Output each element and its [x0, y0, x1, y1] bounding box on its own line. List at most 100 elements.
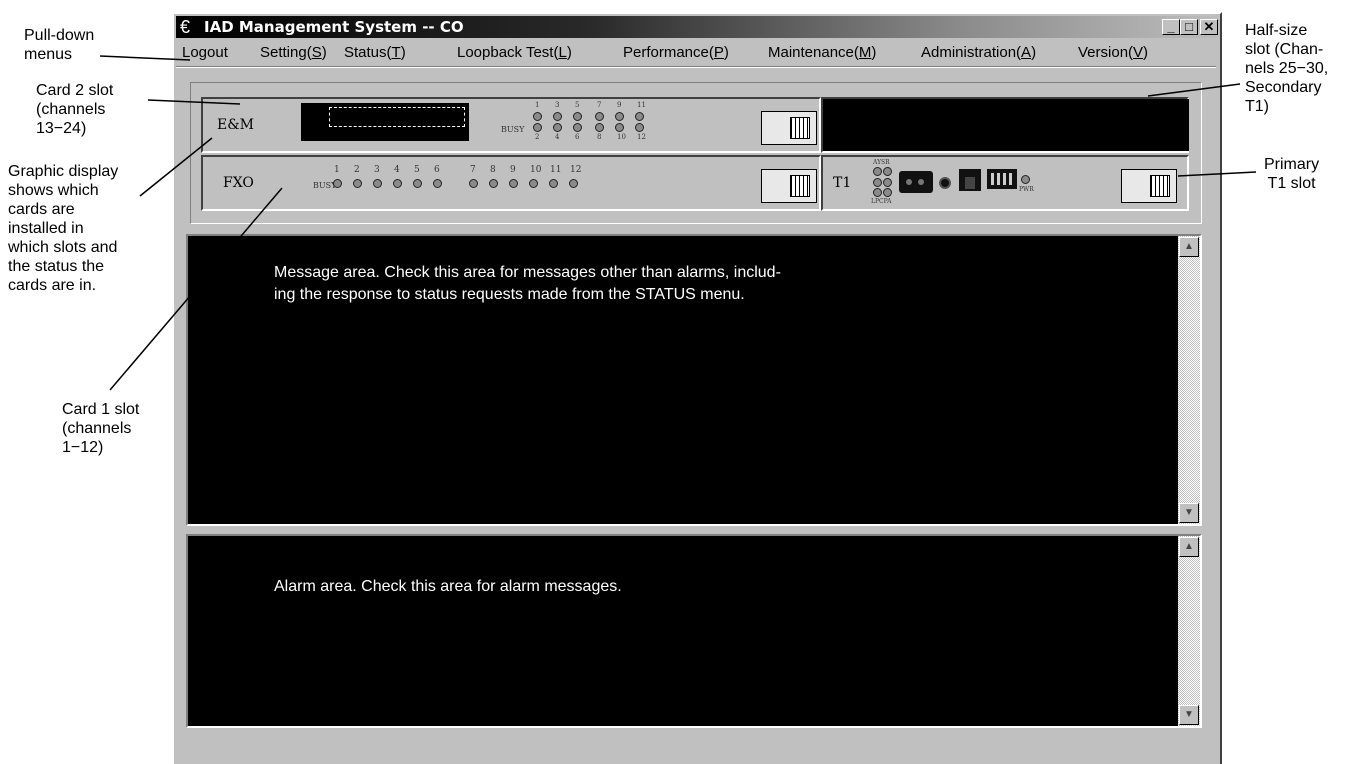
card2-led-number: 12	[637, 133, 646, 141]
card1-led	[433, 179, 442, 188]
card2-display-panel	[301, 103, 469, 141]
menu-item[interactable]: Setting(S)	[260, 44, 327, 61]
card1-led	[509, 179, 518, 188]
primary-t1-handle[interactable]	[1121, 169, 1177, 203]
card2-led	[553, 112, 562, 121]
scroll-down-button[interactable]: ▼	[1179, 705, 1199, 725]
t1-led-top-label: AYSR	[873, 159, 890, 166]
card1-led-number: 5	[414, 165, 420, 175]
callout-card1-slot: Card 1 slot (channels 1−12)	[62, 401, 140, 456]
card2-led-number: 10	[617, 133, 626, 141]
app-icon: €	[180, 17, 191, 37]
alarm-scrollbar[interactable]: ▲ ▼	[1178, 536, 1200, 726]
title-bar[interactable]: € IAD Management System -- CO _ □ ✕	[176, 16, 1218, 38]
t1-led	[873, 188, 882, 197]
card2-led	[615, 112, 624, 121]
card2-led-number: 2	[535, 133, 540, 141]
t1-rj-port	[959, 169, 981, 191]
card1-led-number: 3	[374, 165, 380, 175]
t1-pwr-label: PWR	[1019, 186, 1034, 193]
message-area-text: Message area. Check this area for messag…	[274, 262, 781, 306]
alarm-area[interactable]: Alarm area. Check this area for alarm me…	[186, 534, 1202, 728]
menu-item[interactable]: Administration(A)	[921, 44, 1036, 61]
card1-led	[353, 179, 362, 188]
scroll-up-button[interactable]: ▲	[1179, 537, 1199, 557]
card1-led	[569, 179, 578, 188]
minimize-button[interactable]: _	[1162, 19, 1180, 35]
card1-led-number: 6	[434, 165, 440, 175]
card1-led	[489, 179, 498, 188]
card1-led-number: 11	[550, 165, 562, 175]
card1-led-number: 8	[490, 165, 496, 175]
t1-led	[883, 167, 892, 176]
scroll-up-button[interactable]: ▲	[1179, 237, 1199, 257]
card2-led	[595, 112, 604, 121]
card2-led	[553, 123, 562, 132]
menu-item[interactable]: Maintenance(M)	[768, 44, 876, 61]
message-scrollbar[interactable]: ▲ ▼	[1178, 236, 1200, 524]
card2-name: E&M	[217, 117, 255, 133]
card1-led	[549, 179, 558, 188]
card1-led	[333, 179, 342, 188]
card2-led-number: 11	[637, 101, 646, 109]
callout-halfsize-slot: Half-size slot (Chan- nels 25−30, Second…	[1245, 22, 1329, 115]
message-area[interactable]: Message area. Check this area for messag…	[186, 234, 1202, 526]
card1-led-number: 2	[354, 165, 360, 175]
card1-name: FXO	[223, 175, 254, 191]
card2-led-number: 5	[575, 101, 580, 109]
card2-handle[interactable]	[761, 111, 817, 145]
card2-led	[573, 123, 582, 132]
card2-led	[615, 123, 624, 132]
menu-item[interactable]: Logout	[182, 44, 228, 61]
card2-led	[533, 123, 542, 132]
menu-item[interactable]: Performance(P)	[623, 44, 729, 61]
card2-led-number: 1	[535, 101, 540, 109]
card2-led-number: 6	[575, 133, 580, 141]
card2-led	[595, 123, 604, 132]
card2-led-number: 9	[617, 101, 622, 109]
menu-bar: Logout Setting(S) Status(T) Loopback Test(L…	[176, 40, 1218, 64]
window-title: IAD Management System -- CO	[204, 18, 464, 36]
halfsize-slot[interactable]	[821, 97, 1189, 153]
card2-led	[573, 112, 582, 121]
card2-slot[interactable]: E&M BUSY 1 2 3 4 5 6 7 8 9 10 11 12	[201, 97, 821, 153]
card2-led	[635, 112, 644, 121]
graphic-display: E&M BUSY 1 2 3 4 5 6 7 8 9 10 11 12 FXO BUSY 123456…	[190, 82, 1202, 224]
menu-item[interactable]: Status(T)	[344, 44, 406, 61]
card1-led-number: 9	[510, 165, 516, 175]
card1-handle[interactable]	[761, 169, 817, 203]
t1-pwr-led	[1021, 175, 1030, 184]
t1-led	[873, 178, 882, 187]
callout-pulldown-menus: Pull-down menus	[24, 27, 95, 63]
maximize-button[interactable]: □	[1180, 19, 1198, 35]
card1-led	[373, 179, 382, 188]
card2-led	[635, 123, 644, 132]
t1-name: T1	[833, 175, 852, 191]
t1-led	[873, 167, 882, 176]
menu-item[interactable]: Version(V)	[1078, 44, 1148, 61]
callout-graphic-display: Graphic display shows which cards are in…	[8, 163, 119, 294]
card2-display-dashed	[329, 107, 465, 127]
message-line-2: ing the response to status requests made…	[274, 286, 745, 303]
t1-led-bottom-label: LPCPA	[871, 198, 892, 205]
t1-dip-switch	[987, 169, 1017, 189]
app-window: € IAD Management System -- CO _ □ ✕ Logo…	[172, 12, 1222, 764]
t1-led	[883, 178, 892, 187]
message-line-1: Message area. Check this area for messag…	[274, 264, 781, 281]
primary-t1-slot[interactable]: T1 AYSR LPCPA PWR	[821, 155, 1189, 211]
t1-jack-round	[939, 177, 951, 189]
card1-led	[469, 179, 478, 188]
card1-led-number: 10	[530, 165, 542, 175]
menu-item[interactable]: Loopback Test(L)	[457, 44, 572, 61]
card1-led	[529, 179, 538, 188]
card1-slot[interactable]: FXO BUSY 1 2 3 4 5 6 7 8 9 10 11 12	[201, 155, 821, 211]
scroll-down-button[interactable]: ▼	[1179, 503, 1199, 523]
close-button[interactable]: ✕	[1200, 19, 1218, 35]
card1-led-number: 1	[334, 165, 340, 175]
card1-led-number: 12	[570, 165, 582, 175]
card2-led-number: 3	[555, 101, 560, 109]
callout-card2-slot: Card 2 slot (channels 13−24)	[36, 82, 114, 137]
card1-led-number: 7	[470, 165, 476, 175]
card1-led-number: 4	[394, 165, 400, 175]
alarm-area-text: Alarm area. Check this area for alarm me…	[274, 578, 622, 595]
